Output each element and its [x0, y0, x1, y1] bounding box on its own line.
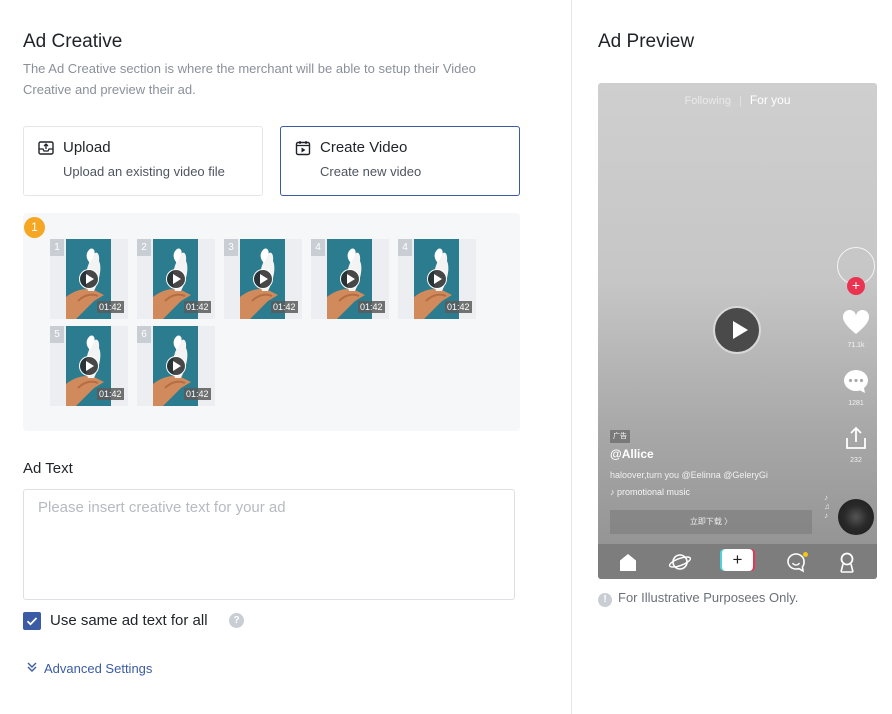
ad-text-input[interactable]	[23, 489, 515, 600]
ad-creative-description: The Ad Creative section is where the mer…	[23, 61, 476, 97]
bottom-nav: +	[598, 544, 877, 579]
info-icon: !	[598, 593, 612, 607]
play-icon[interactable]	[79, 356, 99, 376]
notification-dot	[803, 552, 808, 557]
create-video-option-title: Create Video	[320, 139, 408, 156]
upload-option[interactable]: Upload Upload an existing video file	[23, 126, 263, 196]
create-plus-button[interactable]: +	[722, 549, 753, 571]
video-duration: 01:42	[184, 388, 211, 400]
video-tile[interactable]: 2 01:42	[137, 239, 215, 319]
create-video-option-subtitle: Create new video	[320, 164, 422, 179]
tab-following[interactable]: Following	[684, 95, 730, 107]
video-tile[interactable]: 4 01:42	[398, 239, 476, 319]
play-icon[interactable]	[713, 306, 761, 354]
video-duration: 01:42	[184, 301, 211, 313]
video-calendar-icon	[295, 140, 311, 156]
music-label[interactable]: ♪ promotional music	[610, 487, 690, 497]
disclaimer-text: For Illustrative Purposees Only.	[618, 590, 799, 605]
cta-download-button[interactable]: 立即下载 〉	[610, 510, 812, 534]
share-button[interactable]: 232	[840, 425, 872, 464]
step-badge: 1	[24, 217, 45, 238]
like-count: 71.1k	[847, 342, 865, 349]
music-disc-icon[interactable]	[838, 499, 874, 535]
ad-creative-panel: Ad Creative The Ad Creative section is w…	[0, 0, 571, 714]
video-caption: haloover,turn you @Eelinna @GeleryGi	[610, 470, 768, 480]
discover-planet-icon[interactable]	[668, 550, 692, 574]
play-icon[interactable]	[253, 269, 273, 289]
play-icon[interactable]	[166, 269, 186, 289]
video-number: 4	[311, 239, 325, 256]
comment-button[interactable]: 1281	[840, 368, 872, 407]
tab-for-you[interactable]: For you	[750, 93, 791, 107]
follow-plus-icon[interactable]: +	[847, 277, 865, 295]
music-name: promotional music	[617, 487, 691, 497]
help-icon[interactable]: ?	[229, 613, 244, 628]
video-duration: 01:42	[271, 301, 298, 313]
creator-handle[interactable]: @Allice	[610, 447, 654, 461]
video-tile[interactable]: 3 01:42	[224, 239, 302, 319]
video-number: 3	[224, 239, 238, 256]
ad-tag: 广告	[610, 430, 630, 443]
comment-icon	[842, 370, 870, 398]
video-duration: 01:42	[358, 301, 385, 313]
video-tile[interactable]: 6 01:42	[137, 326, 215, 406]
feed-tabs: Following | For you	[684, 93, 791, 107]
heart-icon	[842, 309, 870, 340]
video-duration: 01:42	[445, 301, 472, 313]
advanced-settings-link[interactable]: Advanced Settings	[26, 661, 152, 676]
video-duration: 01:42	[97, 301, 124, 313]
panel-divider	[571, 0, 572, 714]
video-duration: 01:42	[97, 388, 124, 400]
play-icon[interactable]	[79, 269, 99, 289]
ad-creative-title: Ad Creative	[23, 31, 123, 52]
video-tile[interactable]: 5 01:42	[50, 326, 128, 406]
advanced-settings-label: Advanced Settings	[44, 661, 153, 676]
upload-option-subtitle: Upload an existing video file	[63, 164, 225, 179]
share-count: 232	[850, 457, 862, 464]
upload-option-title: Upload	[63, 139, 111, 156]
video-tile[interactable]: 1 01:42	[50, 239, 128, 319]
phone-preview: Following | For you + 71.1k 1281 232 广告 @A…	[598, 83, 877, 579]
share-icon	[843, 426, 869, 455]
video-number: 5	[50, 326, 64, 343]
comment-count: 1281	[848, 400, 864, 407]
like-button[interactable]: 71.1k	[840, 309, 872, 349]
play-icon[interactable]	[166, 356, 186, 376]
same-text-checkbox[interactable]	[23, 612, 41, 630]
play-icon[interactable]	[427, 269, 447, 289]
video-number: 6	[137, 326, 151, 343]
upload-icon	[38, 140, 54, 156]
create-video-option[interactable]: Create Video Create new video	[280, 126, 520, 196]
profile-icon[interactable]	[835, 550, 859, 574]
video-tile[interactable]: 4 01:42	[311, 239, 389, 319]
ad-text-label: Ad Text	[23, 460, 73, 477]
same-text-label[interactable]: Use same ad text for all	[50, 612, 208, 629]
home-icon[interactable]	[616, 550, 640, 574]
music-note-icon: ♪	[610, 487, 615, 497]
ad-preview-title: Ad Preview	[598, 31, 695, 52]
double-chevron-down-icon	[26, 661, 38, 676]
video-number: 2	[137, 239, 151, 256]
illustrative-disclaimer: ! For Illustrative Purposees Only.	[598, 590, 798, 607]
play-icon[interactable]	[340, 269, 360, 289]
video-number: 4	[398, 239, 412, 256]
video-number: 1	[50, 239, 64, 256]
music-notes-icon: ♪ ♫ ♪	[824, 493, 830, 520]
